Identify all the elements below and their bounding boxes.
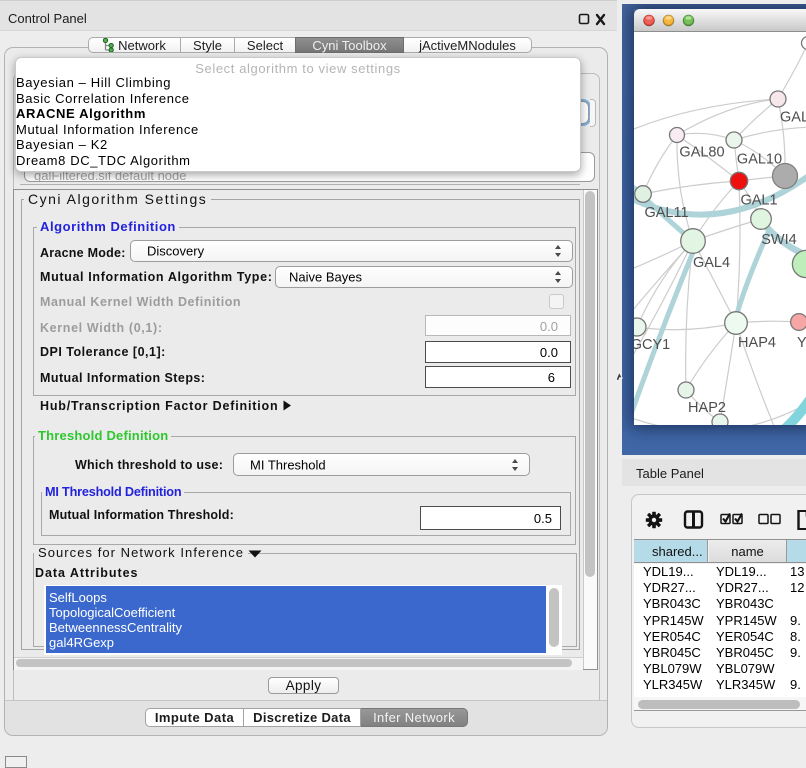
svg-text:GAL11: GAL11 [644,205,688,221]
svg-text:YMR: YMR [797,335,806,351]
svg-text:HAP4: HAP4 [738,335,776,351]
svg-text:GCY1: GCY1 [634,337,670,353]
svg-text:GAL4: GAL4 [693,255,730,271]
svg-text:GAL80: GAL80 [679,145,724,161]
svg-text:GAL1: GAL1 [740,193,777,209]
svg-text:SWI4: SWI4 [761,232,796,248]
svg-text:GAL10: GAL10 [737,152,782,168]
svg-text:GAL7: GAL7 [780,110,806,126]
svg-text:HAP2: HAP2 [688,400,726,416]
